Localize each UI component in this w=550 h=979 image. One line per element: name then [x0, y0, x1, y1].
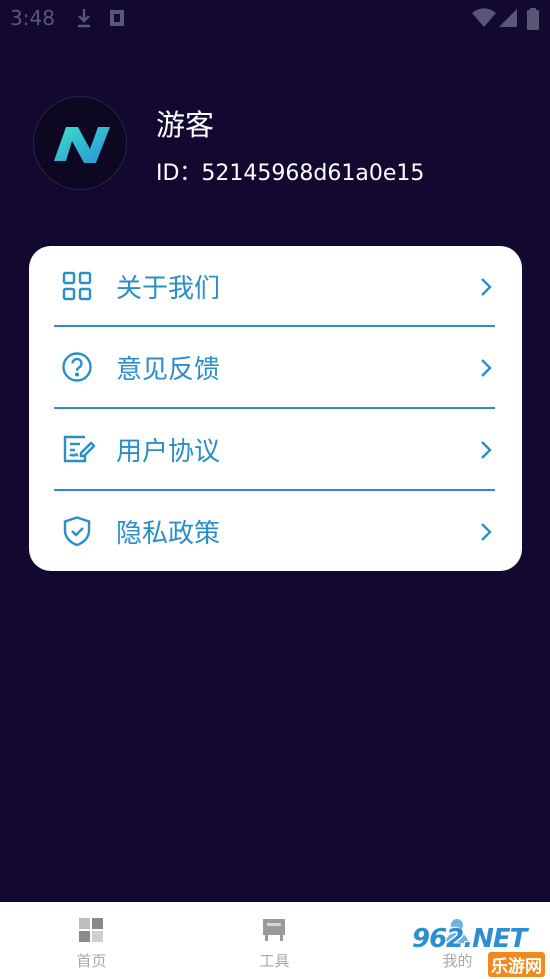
chevron-right-icon	[479, 439, 493, 465]
battery-icon	[527, 8, 539, 35]
tab-tools[interactable]: 工具	[183, 902, 366, 979]
document-edit-icon	[61, 433, 96, 465]
grid-icon	[61, 270, 93, 302]
signal-icon	[499, 8, 517, 33]
avatar[interactable]	[33, 96, 127, 190]
menu-item-about-us[interactable]: 关于我们	[29, 246, 522, 327]
menu-item-label: 关于我们	[116, 274, 221, 304]
app-logo-icon	[54, 127, 110, 163]
menu-item-privacy-policy[interactable]: 隐私政策	[29, 491, 522, 571]
notification-icon	[108, 8, 126, 33]
tab-label: 首页	[76, 952, 107, 970]
menu-item-label: 意见反馈	[116, 355, 221, 385]
wifi-icon	[472, 8, 496, 33]
menu-item-label: 隐私政策	[116, 519, 221, 549]
tools-icon	[260, 916, 288, 948]
tab-label: 工具	[259, 952, 290, 970]
tab-home[interactable]: 首页	[0, 902, 183, 979]
status-time: 3:48	[10, 6, 55, 30]
menu-item-user-agreement[interactable]: 用户协议	[29, 409, 522, 490]
chevron-right-icon	[479, 357, 493, 383]
shield-check-icon	[61, 515, 93, 547]
menu-item-feedback[interactable]: 意见反馈	[29, 327, 522, 408]
profile-header: 游客 ID：52145968d61a0e15	[0, 90, 550, 200]
question-icon	[61, 351, 93, 383]
watermark-logo: 962.NET 乐游网	[412, 924, 548, 977]
watermark-brand: 962.NET	[412, 924, 527, 954]
menu-card: 关于我们 意见反馈 用户协议 隐私政策	[29, 246, 522, 571]
watermark-sub: 乐游网	[488, 952, 545, 977]
download-icon	[76, 8, 92, 33]
chevron-right-icon	[479, 276, 493, 302]
user-id: ID：52145968d61a0e15	[156, 161, 425, 186]
user-name: 游客	[156, 108, 215, 142]
chevron-right-icon	[479, 521, 493, 547]
menu-item-label: 用户协议	[116, 437, 221, 467]
home-grid-icon	[77, 916, 105, 948]
status-bar: 3:48	[0, 0, 550, 38]
